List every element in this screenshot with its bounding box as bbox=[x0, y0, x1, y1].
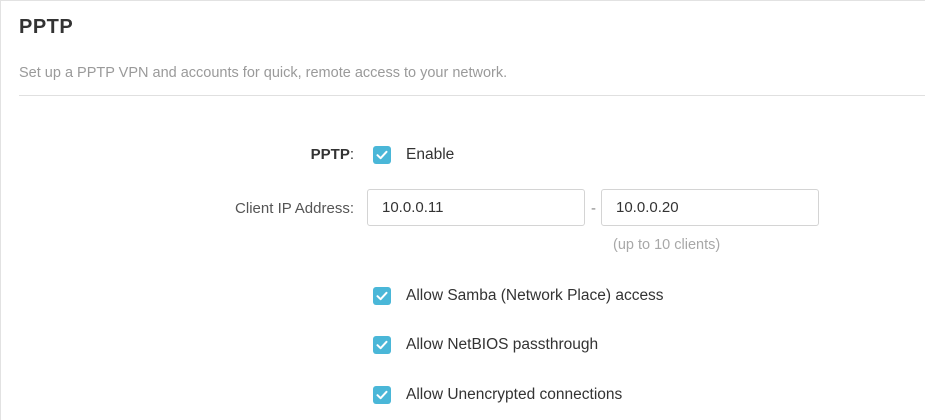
pptp-enable-label[interactable]: Enable bbox=[406, 146, 454, 164]
pptp-label-colon: : bbox=[349, 146, 354, 163]
checkmark-icon bbox=[376, 340, 388, 350]
section-description: Set up a PPTP VPN and accounts for quick… bbox=[19, 65, 508, 81]
allow-netbios-label[interactable]: Allow NetBIOS passthrough bbox=[406, 336, 598, 354]
allow-samba-label[interactable]: Allow Samba (Network Place) access bbox=[406, 287, 664, 305]
allow-samba-checkbox[interactable] bbox=[373, 287, 391, 305]
client-ip-label: Client IP Address: bbox=[235, 200, 354, 217]
pptp-enable-checkbox[interactable] bbox=[373, 146, 391, 164]
checkmark-icon bbox=[376, 390, 388, 400]
allow-unencrypted-checkbox[interactable] bbox=[373, 386, 391, 404]
allow-unencrypted-label[interactable]: Allow Unencrypted connections bbox=[406, 386, 622, 404]
pptp-label-text: PPTP bbox=[310, 146, 350, 163]
checkmark-icon bbox=[376, 291, 388, 301]
ip-range-separator: - bbox=[591, 200, 596, 217]
checkmark-icon bbox=[376, 150, 388, 160]
client-ip-start-input[interactable] bbox=[367, 189, 585, 226]
client-ip-end-input[interactable] bbox=[601, 189, 819, 226]
section-title: PPTP bbox=[19, 16, 74, 38]
section-divider bbox=[19, 95, 925, 96]
pptp-label: PPTP: bbox=[311, 146, 354, 163]
pptp-settings-panel: PPTP Set up a PPTP VPN and accounts for … bbox=[0, 0, 925, 420]
client-limit-hint: (up to 10 clients) bbox=[613, 237, 721, 253]
allow-netbios-checkbox[interactable] bbox=[373, 336, 391, 354]
